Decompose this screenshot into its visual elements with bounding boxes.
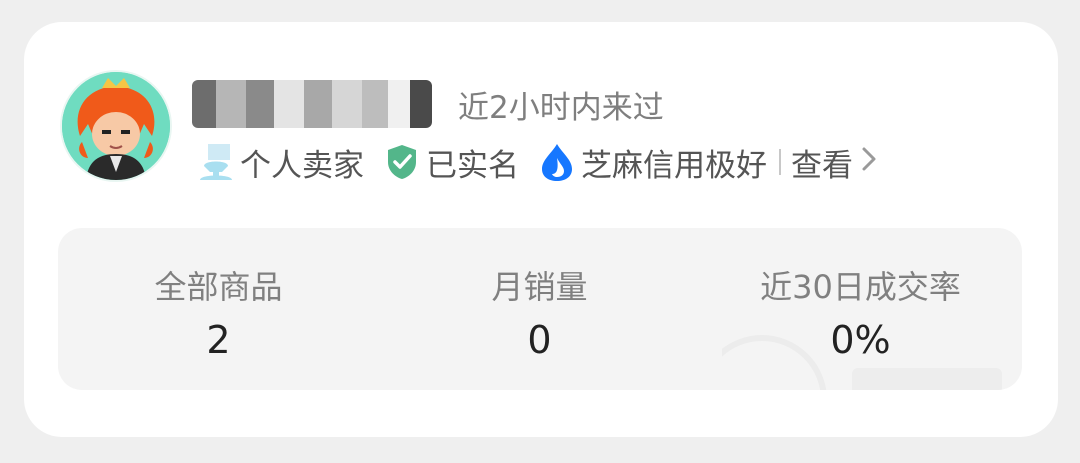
last-seen-text: 近2小时内来过 xyxy=(458,90,664,126)
stat-monthly-sales: 月销量 0 xyxy=(379,228,700,390)
view-link-label: 查看 xyxy=(791,147,853,184)
stat-value: 2 xyxy=(206,318,231,362)
credit-badge: 芝麻信用极好 xyxy=(539,140,767,185)
stat-label: 全部商品 xyxy=(154,268,283,306)
verified-label: 已实名 xyxy=(426,147,519,184)
seller-name-redacted xyxy=(192,80,432,128)
shield-check-icon xyxy=(384,142,420,182)
stat-all-products[interactable]: 全部商品 2 xyxy=(58,228,379,390)
sesame-drop-icon xyxy=(539,142,575,182)
seller-badges: 个人卖家 已实名 芝麻信用极好 查看 xyxy=(198,138,877,186)
chevron-right-icon xyxy=(861,144,877,180)
view-credit-link[interactable]: 查看 xyxy=(791,140,877,185)
watermark-logo xyxy=(722,335,1002,390)
stat-value: 0 xyxy=(527,318,552,362)
person-cup-icon xyxy=(198,142,234,182)
badge-divider xyxy=(779,149,781,175)
stat-label: 月销量 xyxy=(491,268,588,306)
verified-badge: 已实名 xyxy=(384,140,519,185)
seller-avatar[interactable] xyxy=(60,70,172,182)
seller-type-badge: 个人卖家 xyxy=(198,140,364,185)
credit-label: 芝麻信用极好 xyxy=(581,147,767,184)
seller-type-label: 个人卖家 xyxy=(240,147,364,184)
seller-stats-panel: 全部商品 2 月销量 0 近30日成交率 0% xyxy=(58,228,1022,390)
